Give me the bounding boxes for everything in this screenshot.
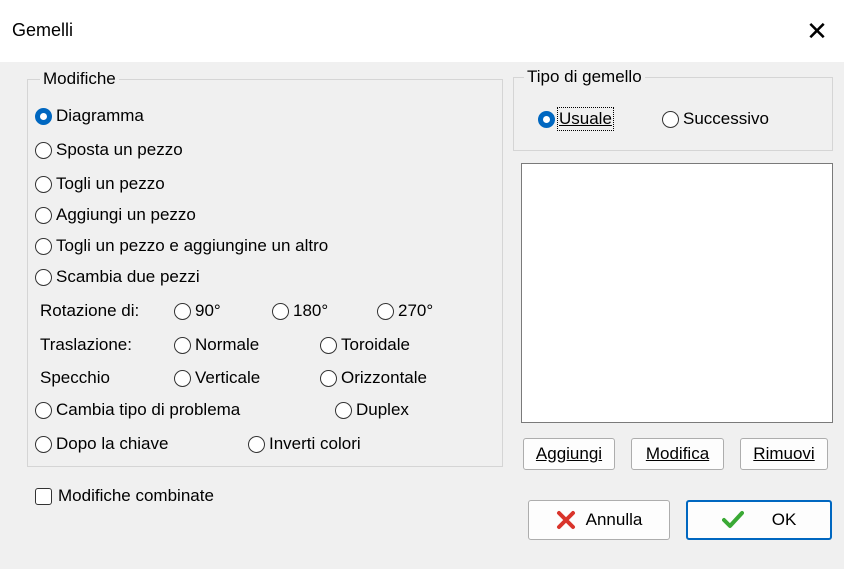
title-bar: Gemelli ✕ bbox=[0, 0, 844, 62]
radio-label: Inverti colori bbox=[269, 434, 361, 453]
radio-rot-90[interactable]: 90° bbox=[174, 301, 221, 321]
radio-dot bbox=[377, 302, 394, 320]
radio-label: Togli un pezzo bbox=[56, 174, 165, 193]
radio-dot bbox=[35, 237, 52, 255]
radio-usuale[interactable]: Usuale bbox=[538, 107, 614, 131]
radio-verticale[interactable]: Verticale bbox=[174, 368, 260, 388]
radio-duplex[interactable]: Duplex bbox=[335, 400, 409, 420]
aggiungi-button[interactable]: Aggiungi bbox=[523, 438, 615, 470]
specchio-label: Specchio bbox=[40, 368, 110, 387]
radio-dot bbox=[35, 268, 52, 286]
radio-label: Scambia due pezzi bbox=[56, 267, 200, 286]
radio-label: Diagramma bbox=[56, 106, 144, 125]
radio-dot bbox=[35, 401, 52, 419]
tipo-gemello-legend: Tipo di gemello bbox=[524, 67, 645, 87]
radio-dot bbox=[174, 369, 191, 387]
radio-label: Normale bbox=[195, 335, 260, 354]
radio-orizzontale[interactable]: Orizzontale bbox=[320, 368, 427, 388]
radio-rot-270[interactable]: 270° bbox=[377, 301, 433, 321]
radio-label: 90° bbox=[195, 301, 221, 320]
radio-label: Cambia tipo di problema bbox=[56, 400, 241, 419]
radio-dot bbox=[35, 435, 52, 453]
radio-dot bbox=[248, 435, 265, 453]
radio-label: Dopo la chiave bbox=[56, 434, 169, 453]
cross-icon bbox=[556, 510, 576, 530]
radio-label: Successivo bbox=[683, 109, 769, 128]
check-icon bbox=[721, 510, 744, 530]
radio-label: 270° bbox=[398, 301, 434, 320]
modifica-button[interactable]: Modifica bbox=[631, 438, 724, 470]
traslazione-label: Traslazione: bbox=[40, 335, 132, 354]
close-icon: ✕ bbox=[806, 15, 828, 46]
annulla-label: Annulla bbox=[585, 510, 643, 529]
rimuovi-label: Rimuovi bbox=[753, 444, 815, 463]
radio-togli-pezzo[interactable]: Togli un pezzo bbox=[35, 174, 165, 194]
radio-dot bbox=[174, 336, 191, 354]
radio-label: Aggiungi un pezzo bbox=[56, 205, 196, 224]
radio-dopo-chiave[interactable]: Dopo la chiave bbox=[35, 434, 168, 454]
radio-dot bbox=[35, 141, 52, 159]
rotazione-label: Rotazione di: bbox=[40, 301, 140, 320]
radio-normale[interactable]: Normale bbox=[174, 335, 259, 355]
ok-button[interactable]: OK bbox=[686, 500, 832, 540]
modifiche-combinate-checkbox[interactable]: Modifiche combinate bbox=[35, 486, 214, 506]
radio-label: Usuale bbox=[557, 107, 614, 131]
window-title: Gemelli bbox=[12, 20, 74, 40]
radio-cambia-tipo[interactable]: Cambia tipo di problema bbox=[35, 400, 240, 420]
radio-scambia[interactable]: Scambia due pezzi bbox=[35, 267, 200, 287]
aggiungi-label: Aggiungi bbox=[535, 444, 603, 463]
radio-label: Togli un pezzo e aggiungine un altro bbox=[56, 236, 329, 255]
radio-label: Verticale bbox=[195, 368, 261, 387]
radio-dot bbox=[174, 302, 191, 320]
radio-toroidale[interactable]: Toroidale bbox=[320, 335, 410, 355]
radio-label: Toroidale bbox=[341, 335, 410, 354]
radio-successivo[interactable]: Successivo bbox=[662, 109, 769, 129]
modifica-label: Modifica bbox=[645, 444, 710, 463]
gemelli-listbox[interactable] bbox=[521, 163, 833, 423]
ok-label: OK bbox=[771, 510, 797, 529]
radio-diagramma[interactable]: Diagramma bbox=[35, 106, 144, 126]
radio-dot bbox=[320, 369, 337, 387]
radio-label: Sposta un pezzo bbox=[56, 140, 183, 159]
radio-dot bbox=[272, 302, 289, 320]
rimuovi-button[interactable]: Rimuovi bbox=[740, 438, 828, 470]
checkbox-box bbox=[35, 487, 52, 505]
radio-rot-180[interactable]: 180° bbox=[272, 301, 328, 321]
radio-dot bbox=[35, 107, 52, 125]
radio-dot bbox=[320, 336, 337, 354]
radio-inverti-colori[interactable]: Inverti colori bbox=[248, 434, 361, 454]
radio-label: 180° bbox=[293, 301, 329, 320]
radio-aggiungi-pezzo[interactable]: Aggiungi un pezzo bbox=[35, 205, 196, 225]
annulla-button[interactable]: Annulla bbox=[528, 500, 670, 540]
close-button[interactable]: ✕ bbox=[790, 0, 844, 62]
radio-dot bbox=[35, 175, 52, 193]
checkbox-label: Modifiche combinate bbox=[58, 486, 214, 505]
radio-dot bbox=[335, 401, 352, 419]
radio-dot bbox=[538, 110, 555, 128]
radio-dot bbox=[35, 206, 52, 224]
radio-dot bbox=[662, 110, 679, 128]
radio-sposta-pezzo[interactable]: Sposta un pezzo bbox=[35, 140, 183, 160]
radio-label: Orizzontale bbox=[341, 368, 427, 387]
radio-togli-aggiungi[interactable]: Togli un pezzo e aggiungine un altro bbox=[35, 236, 328, 256]
radio-label: Duplex bbox=[356, 400, 409, 419]
modifiche-legend: Modifiche bbox=[40, 69, 119, 89]
